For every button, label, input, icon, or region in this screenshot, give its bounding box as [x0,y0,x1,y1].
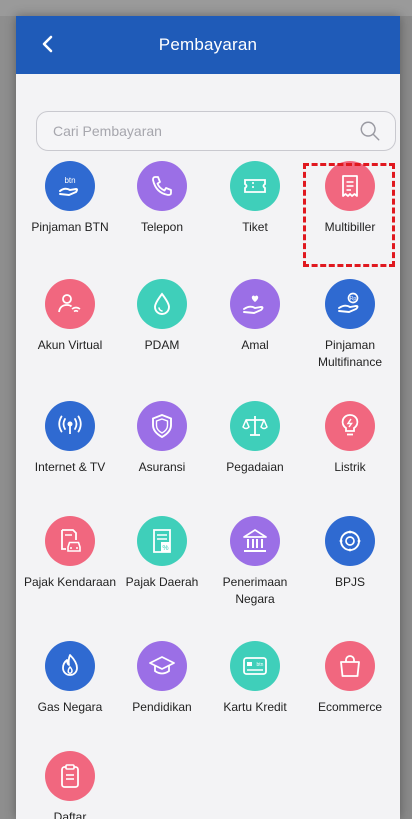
menu-item-kartu-kredit[interactable]: btn Kartu Kredit [207,641,303,716]
lightbulb-icon [325,401,375,451]
menu-item-telepon[interactable]: Telepon [114,161,210,236]
menu-item-label: PDAM [144,338,180,352]
menu-item-label: Akun Virtual [37,338,103,352]
bpjs-icon [325,516,375,566]
menu-item-label: Asuransi [138,460,186,474]
menu-item-label: Internet & TV [34,460,106,474]
scale-icon [230,401,280,451]
menu-item-ecommerce[interactable]: Ecommerce [302,641,398,716]
menu-item-label: Listrik [334,460,366,474]
menu-item-tiket[interactable]: Tiket [207,161,303,236]
back-button[interactable] [36,30,60,58]
menu-item-label: Multibiller [324,220,376,234]
menu-item-pajak-kendaraan[interactable]: Pajak Kendaraan [22,516,118,591]
app-screen: Pembayaran btn Pinjaman BTN Telepon Tiket Mu… [16,16,400,819]
menu-item-label: Gas Negara [37,700,103,714]
water-drop-icon [137,279,187,329]
menu-item-penerimaan-negara[interactable]: Penerimaan Negara [207,516,303,608]
menu-item-label: Daftar Pembayaran [53,810,87,819]
chevron-left-icon [42,35,53,53]
menu-item-pdam[interactable]: PDAM [114,279,210,354]
search-input[interactable] [51,122,359,140]
tax-document-icon: % [137,516,187,566]
menu-item-label: Telepon [140,220,184,234]
government-building-icon [230,516,280,566]
charity-hand-icon [230,279,280,329]
svg-text:%: % [162,545,168,552]
menu-item-listrik[interactable]: Listrik [302,401,398,476]
screenshot-frame-right [400,16,412,819]
svg-text:Rp: Rp [350,296,357,302]
menu-item-label: Tiket [242,220,268,234]
menu-item-label: Pajak Kendaraan [23,575,117,589]
menu-item-amal[interactable]: Amal [207,279,303,354]
menu-item-label: Penerimaan Negara [222,575,288,606]
car-document-icon [45,516,95,566]
receipt-icon [325,161,375,211]
menu-item-pendidikan[interactable]: Pendidikan [114,641,210,716]
menu-item-label: Ecommerce [317,700,382,714]
screenshot-frame-left [0,16,16,819]
svg-text:btn: btn [257,662,264,668]
phone-icon [137,161,187,211]
menu-item-asuransi[interactable]: Asuransi [114,401,210,476]
graduation-cap-icon [137,641,187,691]
menu-item-pegadaian[interactable]: Pegadaian [207,401,303,476]
top-app-bar: Pembayaran [16,16,400,74]
user-wifi-icon [45,279,95,329]
menu-item-gas-negara[interactable]: Gas Negara [22,641,118,716]
shield-icon [137,401,187,451]
credit-card-icon: btn [230,641,280,691]
menu-item-bpjs[interactable]: BPJS [302,516,398,591]
menu-item-pajak-daerah[interactable]: % Pajak Daerah [114,516,210,591]
btn-loan-icon: btn [45,161,95,211]
menu-item-label: Pajak Daerah [125,575,199,589]
svg-text:btn: btn [64,176,75,185]
shopping-bag-icon [325,641,375,691]
menu-item-internet-and-tv[interactable]: Internet & TV [22,401,118,476]
ticket-icon [230,161,280,211]
menu-item-multibiller[interactable]: Multibiller [302,161,398,236]
menu-item-akun-virtual[interactable]: Akun Virtual [22,279,118,354]
menu-item-pinjaman-multifinance[interactable]: Rp Pinjaman Multifinance [302,279,398,371]
search-icon[interactable] [359,120,381,142]
menu-item-label: Pinjaman Multifinance [317,338,383,369]
menu-item-label: Amal [241,338,269,352]
page-title: Pembayaran [158,35,258,54]
menu-item-label: Pinjaman BTN [31,220,109,234]
flame-icon [45,641,95,691]
menu-item-label: Kartu Kredit [223,700,287,714]
menu-item-pinjaman-btn[interactable]: btn Pinjaman BTN [22,161,118,236]
coin-hand-icon: Rp [325,279,375,329]
menu-item-label: Pendidikan [132,700,192,714]
menu-item-daftar-pembayaran[interactable]: Daftar Pembayaran [22,751,118,819]
search-bar[interactable] [36,111,396,151]
clipboard-icon [45,751,95,801]
menu-item-label: Pegadaian [226,460,284,474]
screenshot-frame-top [0,0,412,16]
broadcast-icon [45,401,95,451]
menu-item-label: BPJS [334,575,365,589]
